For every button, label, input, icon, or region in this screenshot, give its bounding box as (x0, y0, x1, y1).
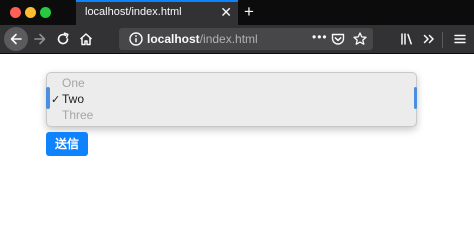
back-button[interactable] (4, 27, 28, 51)
checkmark-icon: ✓ (51, 94, 61, 106)
select-option-selected[interactable]: Two (62, 92, 84, 106)
url-text[interactable]: localhost/index.html (147, 32, 258, 46)
minimize-window-icon[interactable] (25, 7, 36, 18)
page-content: One ✓ Two Three 送信 (0, 55, 474, 206)
zoom-window-icon[interactable] (40, 7, 51, 18)
select-focus-ring (46, 87, 50, 109)
tab-title: localhost/index.html (85, 6, 182, 18)
forward-arrow-icon[interactable] (32, 31, 48, 47)
submit-button[interactable]: 送信 (46, 132, 88, 156)
select-option[interactable]: Three (62, 108, 93, 122)
info-icon[interactable] (128, 31, 144, 47)
navigation-toolbar: localhost/index.html ••• (0, 25, 474, 54)
select-dropdown-list[interactable]: One ✓ Two Three (46, 72, 417, 127)
window-titlebar: localhost/index.html ✕ + (0, 0, 474, 25)
url-bar[interactable]: localhost/index.html ••• (119, 28, 373, 50)
bookmark-star-icon[interactable] (352, 31, 368, 47)
select-focus-ring (414, 87, 417, 109)
reload-icon[interactable] (55, 31, 71, 47)
new-tab-icon[interactable]: + (244, 2, 254, 22)
page-actions-icon[interactable]: ••• (312, 30, 328, 44)
library-icon[interactable] (399, 31, 415, 47)
tab-close-icon[interactable]: ✕ (220, 4, 232, 20)
select-option[interactable]: One (62, 76, 85, 90)
url-path: /index.html (199, 32, 258, 46)
toolbar-divider (442, 32, 443, 48)
back-arrow-icon (8, 31, 24, 47)
close-window-icon[interactable] (10, 7, 21, 18)
overflow-chevron-icon[interactable] (421, 31, 437, 47)
url-host: localhost (147, 32, 200, 46)
hamburger-menu-icon[interactable] (452, 31, 468, 47)
tab-active[interactable]: localhost/index.html ✕ (76, 0, 238, 25)
home-icon[interactable] (78, 31, 94, 47)
pocket-icon[interactable] (330, 31, 346, 47)
